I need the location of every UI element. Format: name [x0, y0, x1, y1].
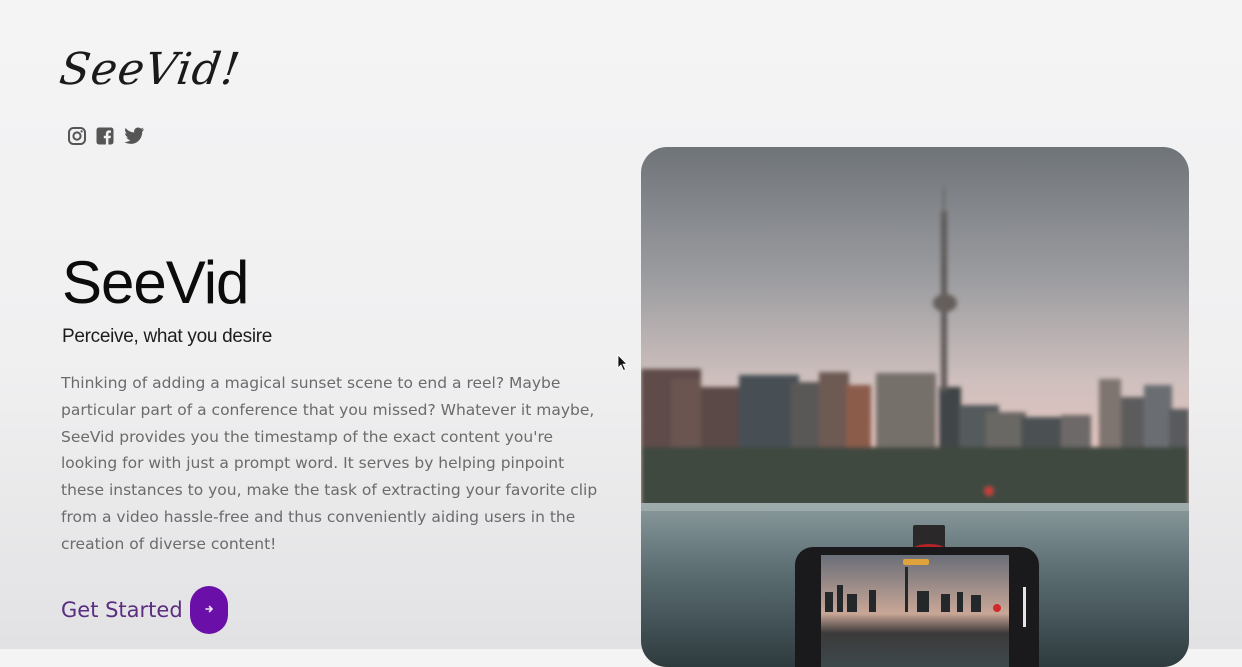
get-started-label[interactable]: Get Started: [61, 598, 183, 622]
hero-tagline: Perceive, what you desire: [62, 326, 273, 347]
get-started-cta[interactable]: Get Started: [61, 586, 228, 634]
hero-title: SeeVid: [62, 249, 249, 316]
hero-image: [641, 147, 1189, 667]
arrow-right-icon: [203, 602, 215, 618]
twitter-icon[interactable]: [123, 126, 145, 146]
social-links: [67, 126, 145, 146]
get-started-button[interactable]: [189, 586, 228, 634]
city-skyline-phone-photo: [641, 147, 1189, 667]
facebook-icon[interactable]: [95, 126, 115, 146]
mouse-cursor-icon: [617, 354, 629, 377]
hero-description: Thinking of adding a magical sunset scen…: [61, 374, 598, 553]
instagram-icon[interactable]: [67, 126, 87, 146]
brand-logo[interactable]: SeeVid!: [56, 44, 243, 95]
